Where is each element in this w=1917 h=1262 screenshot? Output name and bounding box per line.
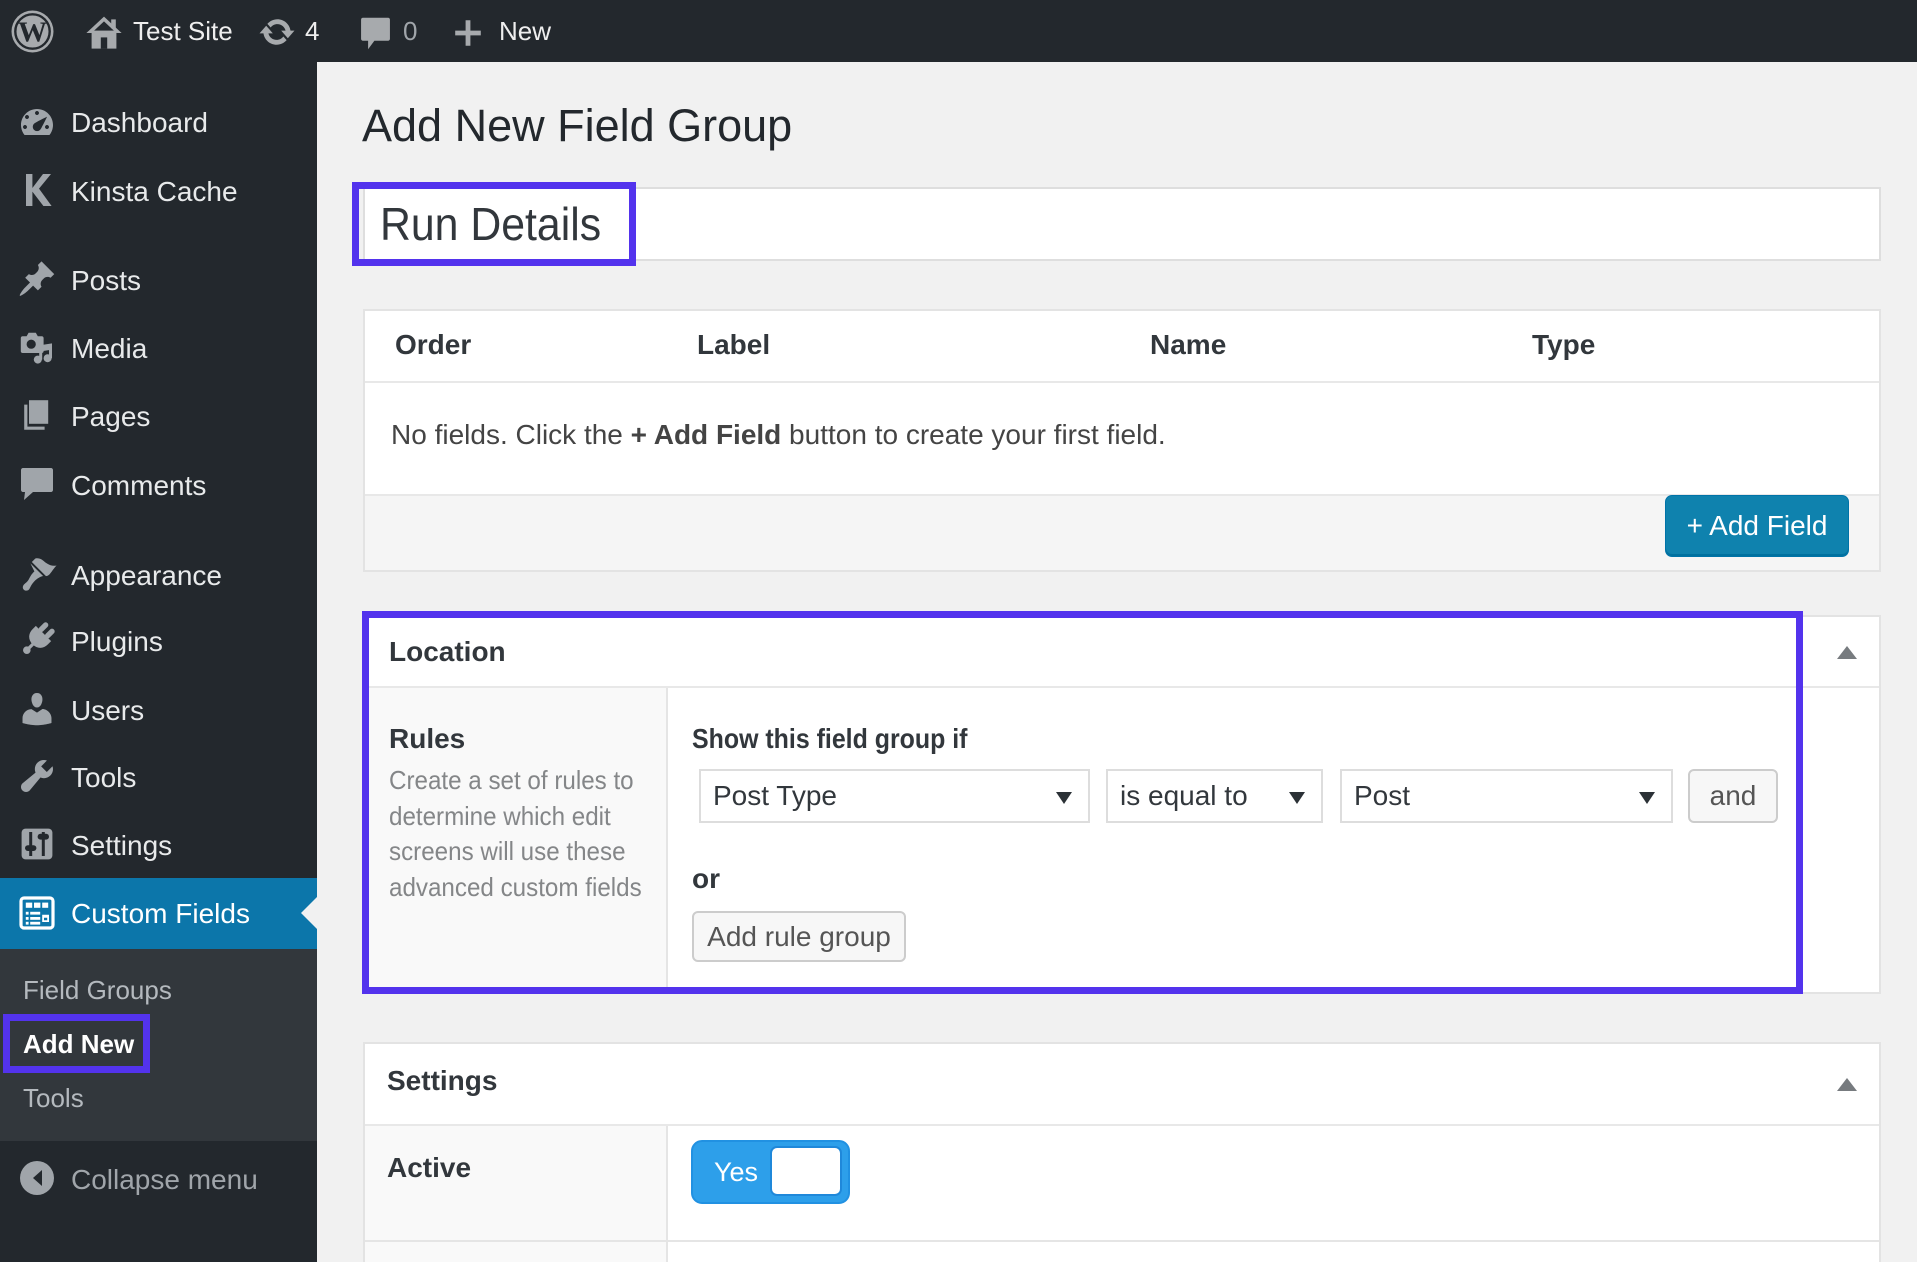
svg-text:W: W [18,17,47,49]
